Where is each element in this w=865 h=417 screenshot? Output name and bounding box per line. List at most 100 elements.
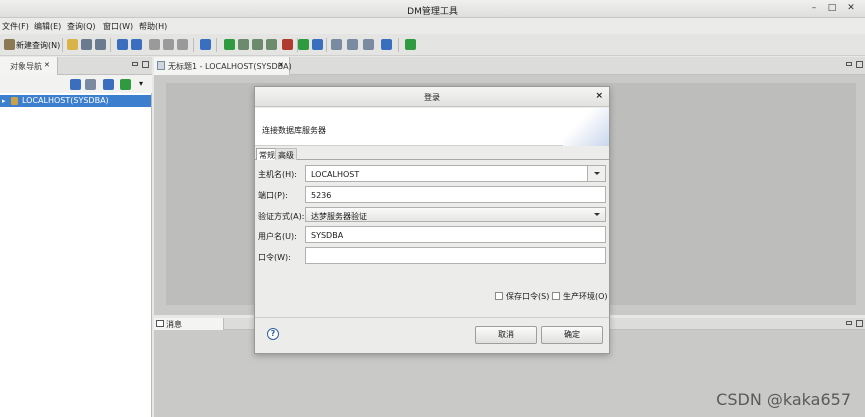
menu-query[interactable]: 查询(Q)	[67, 21, 96, 32]
dialog-tabs: 常规 高级	[255, 148, 609, 160]
production-env-label[interactable]: 生产环境(O)	[563, 291, 608, 302]
menu-file[interactable]: 文件(F)	[2, 21, 29, 32]
maximize-button[interactable]: □	[826, 2, 838, 14]
editor-tab-close-icon[interactable]: ✕	[278, 61, 284, 69]
save-password-checkbox[interactable]	[495, 292, 503, 300]
edit-icon[interactable]	[103, 79, 114, 90]
expand-arrow-icon[interactable]: ▸	[2, 97, 6, 105]
dialog-banner-text: 连接数据库服务器	[262, 126, 326, 135]
new-query-icon	[4, 39, 15, 50]
watermark-text: CSDN @kaka657	[716, 390, 851, 409]
save-password-label[interactable]: 保存口令(S)	[506, 291, 549, 302]
disconnect-icon[interactable]	[85, 79, 96, 90]
host-label: 主机名(H):	[258, 170, 297, 179]
tree-icon[interactable]	[405, 39, 416, 50]
tab-advanced[interactable]: 高级	[275, 148, 297, 160]
run-line-icon[interactable]	[238, 39, 249, 50]
main-toolbar: 新建查询(N)	[0, 34, 865, 56]
step-icon[interactable]	[381, 39, 392, 50]
navigator-tab-close-icon[interactable]: ✕	[44, 61, 50, 69]
host-value: LOCALHOST	[311, 170, 360, 179]
home-icon[interactable]	[200, 39, 211, 50]
navigator-tab-label: 对象导航	[10, 62, 42, 71]
toolbar-separator	[193, 38, 194, 52]
redo-icon[interactable]	[131, 39, 142, 50]
toolbar-separator	[326, 38, 327, 52]
tab-object-navigator[interactable]: 对象导航 ✕	[0, 57, 58, 75]
object-navigator-panel: 对象导航 ✕ ▾ ▸ LOCALHOST(SYSDBA)	[0, 57, 152, 417]
help-icon[interactable]: ?	[267, 328, 279, 340]
sql-file-icon	[157, 61, 165, 70]
dialog-titlebar: 登录 ×	[255, 87, 609, 107]
menu-help[interactable]: 帮助(H)	[139, 21, 167, 32]
username-input[interactable]: SYSDBA	[305, 226, 606, 243]
open-folder-icon[interactable]	[67, 39, 78, 50]
maximize-view-icon[interactable]	[856, 61, 863, 68]
maximize-view-icon[interactable]	[856, 320, 863, 327]
tab-untitled-query[interactable]: 无标题1 - LOCALHOST(SYSDBA) ✕	[154, 57, 292, 75]
rollback-icon[interactable]	[312, 39, 323, 50]
tab-messages[interactable]: 消息	[154, 318, 224, 330]
username-value: SYSDBA	[311, 231, 344, 240]
paste-icon[interactable]	[177, 39, 188, 50]
editor-tab-label: 无标题1 - LOCALHOST(SYSDBA)	[168, 62, 292, 71]
host-combobox[interactable]: LOCALHOST	[305, 165, 606, 182]
chevron-down-icon[interactable]: ▾	[139, 79, 143, 88]
dialog-divider	[255, 317, 609, 318]
dialog-banner: 连接数据库服务器	[255, 108, 609, 146]
auth-method-select[interactable]: 达梦服务器验证	[305, 207, 606, 222]
stop-icon[interactable]	[282, 39, 293, 50]
port-input[interactable]: 5236	[305, 186, 606, 203]
copy-icon[interactable]	[163, 39, 174, 50]
navigator-tabbar: 对象导航 ✕	[0, 57, 152, 75]
console-icon	[156, 320, 164, 327]
new-query-button[interactable]: 新建查询(N)	[16, 40, 60, 51]
database-icon	[11, 97, 18, 105]
undo-icon[interactable]	[117, 39, 128, 50]
grid-icon[interactable]	[331, 39, 342, 50]
password-label: 口令(W):	[258, 253, 291, 262]
banner-decoration	[563, 108, 609, 146]
password-input[interactable]	[305, 247, 606, 264]
commit-icon[interactable]	[298, 39, 309, 50]
explain-icon[interactable]	[266, 39, 277, 50]
dialog-title: 登录	[424, 93, 440, 102]
chevron-down-icon	[594, 213, 600, 216]
minimize-view-icon[interactable]	[846, 62, 852, 66]
table-icon[interactable]	[347, 39, 358, 50]
run-icon[interactable]	[224, 39, 235, 50]
close-window-button[interactable]: ✕	[845, 2, 857, 14]
toolbar-separator	[398, 38, 399, 52]
menu-bar: 文件(F) 编辑(E) 查询(Q) 窗口(W) 帮助(H)	[0, 18, 865, 34]
minimize-button[interactable]: –	[808, 2, 820, 14]
save-icon[interactable]	[81, 39, 92, 50]
navigator-toolbar: ▾	[0, 75, 152, 93]
username-label: 用户名(U):	[258, 232, 297, 241]
window-titlebar: DM管理工具 – □ ✕	[0, 0, 865, 18]
tree-item-connection[interactable]: ▸ LOCALHOST(SYSDBA)	[0, 95, 151, 107]
port-value: 5236	[311, 191, 332, 200]
refresh-icon[interactable]	[120, 79, 131, 90]
editor-tabbar: 无标题1 - LOCALHOST(SYSDBA) ✕	[154, 57, 865, 75]
debug-icon[interactable]	[363, 39, 374, 50]
cancel-button[interactable]: 取消	[475, 326, 537, 344]
run-script-icon[interactable]	[252, 39, 263, 50]
maximize-view-icon[interactable]	[142, 61, 149, 68]
production-env-checkbox[interactable]	[552, 292, 560, 300]
chevron-down-icon	[594, 172, 600, 175]
ok-button[interactable]: 确定	[541, 326, 603, 344]
menu-edit[interactable]: 编辑(E)	[34, 21, 61, 32]
messages-tab-label: 消息	[166, 320, 182, 329]
window-title: DM管理工具	[407, 7, 458, 17]
toolbar-separator	[216, 38, 217, 52]
save-all-icon[interactable]	[95, 39, 106, 50]
connection-label: LOCALHOST(SYSDBA)	[22, 96, 109, 105]
menu-window[interactable]: 窗口(W)	[103, 21, 133, 32]
minimize-view-icon[interactable]	[846, 321, 852, 325]
cut-icon[interactable]	[149, 39, 160, 50]
minimize-view-icon[interactable]	[132, 62, 138, 66]
connect-icon[interactable]	[70, 79, 81, 90]
toolbar-separator	[110, 38, 111, 52]
host-dropdown-button[interactable]	[587, 166, 605, 181]
dialog-close-icon[interactable]: ×	[595, 91, 603, 101]
